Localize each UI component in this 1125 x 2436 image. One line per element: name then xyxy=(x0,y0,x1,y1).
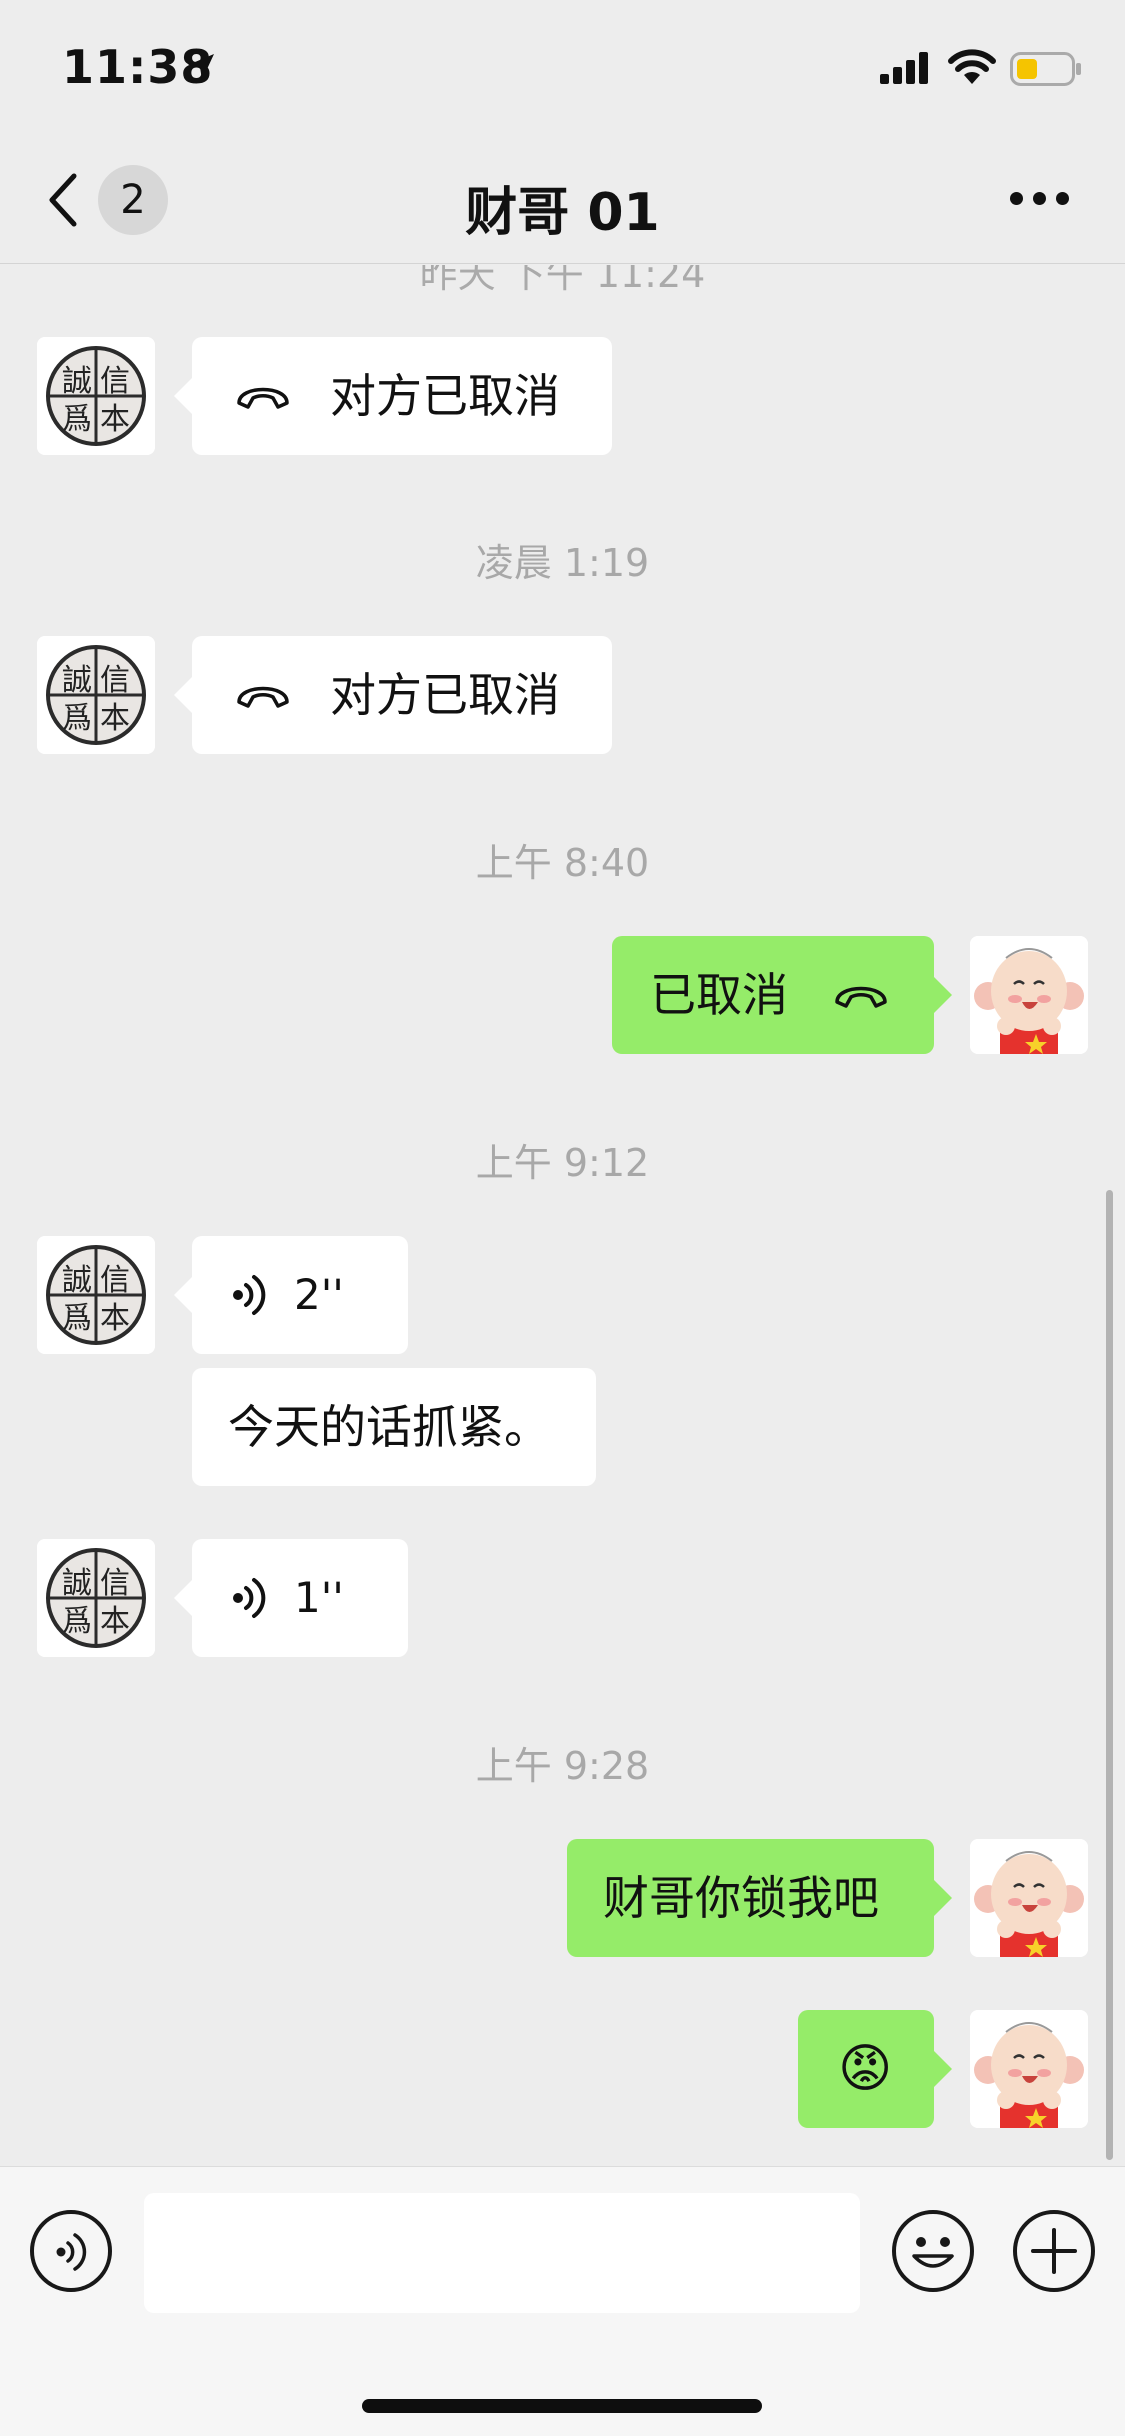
chat-scrollbar[interactable] xyxy=(1106,1190,1113,2160)
cartoon-avatar-icon xyxy=(970,936,1088,1054)
voice-wave-icon xyxy=(233,1578,266,1618)
input-bar xyxy=(0,2166,1125,2436)
voice-input-button[interactable] xyxy=(30,2210,112,2292)
my-avatar[interactable] xyxy=(970,1839,1088,1957)
plus-button[interactable] xyxy=(1013,2210,1095,2292)
svg-text:信: 信 xyxy=(100,663,130,698)
voice-message-bubble[interactable]: 2'' xyxy=(174,1236,408,1354)
voice-wave-icon xyxy=(233,1275,266,1315)
cartoon-avatar-icon xyxy=(970,1839,1088,1957)
home-indicator xyxy=(362,2399,762,2413)
phone-hangup-icon xyxy=(237,686,289,708)
voice-duration: 2'' xyxy=(294,1270,344,1319)
svg-text:誠: 誠 xyxy=(62,364,92,399)
svg-text:爲: 爲 xyxy=(62,1604,92,1639)
phone-hangup-icon xyxy=(835,986,887,1008)
message-text: 今天的话抓紧。 xyxy=(228,1400,550,1454)
seal-logo-icon: 誠 信 爲 本 xyxy=(37,1236,155,1354)
message-input[interactable] xyxy=(144,2193,860,2313)
emoji-message-bubble[interactable]: 😡 xyxy=(798,2010,952,2128)
plus-circle-icon xyxy=(1031,2228,1077,2274)
chat-area[interactable]: 昨天 下午 11:24 誠 信 爲 本 对方已取消 凌晨 1:19 誠 信 爲 xyxy=(0,265,1125,2165)
cartoon-avatar-icon xyxy=(970,2010,1088,2128)
svg-text:本: 本 xyxy=(100,1301,130,1336)
timestamp: 上午 8:40 xyxy=(475,841,650,885)
timestamp: 昨天 下午 11:24 xyxy=(419,265,706,296)
svg-text:爲: 爲 xyxy=(62,402,92,437)
nav-bar: 2 财哥 01 xyxy=(0,140,1125,264)
svg-text:信: 信 xyxy=(100,364,130,399)
seal-logo-icon: 誠 信 爲 本 xyxy=(37,636,155,754)
emoji-button[interactable] xyxy=(892,2210,974,2292)
svg-text:本: 本 xyxy=(100,701,130,736)
text-message-bubble[interactable]: 今天的话抓紧。 xyxy=(192,1368,596,1486)
call-message-bubble[interactable]: 对方已取消 xyxy=(174,337,612,455)
contact-avatar[interactable]: 誠 信 爲 本 xyxy=(37,636,155,754)
svg-text:爲: 爲 xyxy=(62,1301,92,1336)
text-message-bubble[interactable]: 财哥你锁我吧 xyxy=(567,1839,952,1957)
timestamp: 凌晨 1:19 xyxy=(475,541,650,585)
contact-avatar[interactable]: 誠 信 爲 本 xyxy=(37,1236,155,1354)
location-arrow-icon xyxy=(188,54,214,80)
svg-text:信: 信 xyxy=(100,1566,130,1601)
svg-text:本: 本 xyxy=(100,402,130,437)
my-avatar[interactable] xyxy=(970,2010,1088,2128)
call-message-bubble[interactable]: 对方已取消 xyxy=(174,636,612,754)
svg-text:本: 本 xyxy=(100,1604,130,1639)
chat-title: 财哥 01 xyxy=(465,183,660,243)
wifi-icon xyxy=(948,49,996,84)
message-text: 财哥你锁我吧 xyxy=(603,1871,879,1925)
contact-avatar[interactable]: 誠 信 爲 本 xyxy=(37,1539,155,1657)
svg-text:爲: 爲 xyxy=(62,701,92,736)
emoji-text: 😡 xyxy=(838,2039,893,2099)
message-text: 已取消 xyxy=(650,968,788,1022)
timestamp: 上午 9:12 xyxy=(475,1141,650,1185)
svg-text:信: 信 xyxy=(100,1263,130,1298)
message-text: 对方已取消 xyxy=(330,668,560,722)
cellular-signal-icon xyxy=(880,52,928,84)
my-avatar[interactable] xyxy=(970,936,1088,1054)
svg-text:誠: 誠 xyxy=(62,1263,92,1298)
phone-hangup-icon xyxy=(237,387,289,409)
voice-wave-icon xyxy=(56,2233,87,2271)
voice-duration: 1'' xyxy=(294,1573,344,1622)
message-text: 对方已取消 xyxy=(330,369,560,423)
status-bar: 11:38 xyxy=(0,0,1125,140)
seal-logo-icon: 誠 信 爲 本 xyxy=(37,1539,155,1657)
seal-logo-icon: 誠 信 爲 本 xyxy=(37,337,155,455)
more-dots-icon[interactable] xyxy=(1010,192,1070,210)
svg-text:誠: 誠 xyxy=(62,1566,92,1601)
battery-icon xyxy=(1010,52,1081,86)
voice-message-bubble[interactable]: 1'' xyxy=(174,1539,408,1657)
timestamp: 上午 9:28 xyxy=(475,1744,650,1788)
call-message-bubble[interactable]: 已取消 xyxy=(612,936,952,1054)
contact-avatar[interactable]: 誠 信 爲 本 xyxy=(37,337,155,455)
svg-text:誠: 誠 xyxy=(62,663,92,698)
smiley-face-icon xyxy=(912,2237,954,2268)
